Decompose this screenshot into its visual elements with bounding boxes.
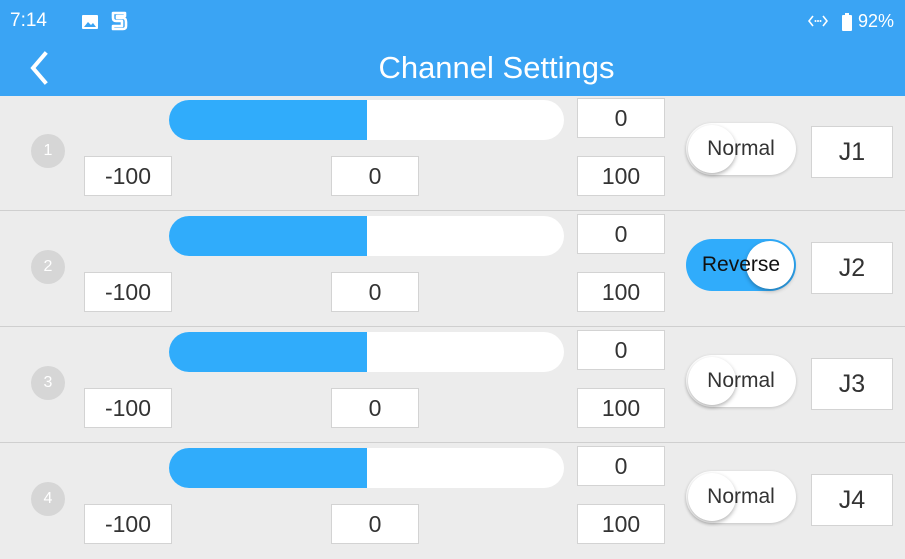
slider-fill: [169, 448, 367, 488]
toggle-label: Normal: [707, 369, 775, 392]
row-divider: [0, 326, 905, 327]
channel-value[interactable]: 0: [577, 214, 665, 254]
signal-icon: [808, 15, 828, 27]
channel-center-field[interactable]: 0: [331, 272, 419, 312]
channel-slider[interactable]: [169, 332, 564, 372]
row-divider: [0, 210, 905, 211]
channel-center-field[interactable]: 0: [331, 388, 419, 428]
channel-max-field[interactable]: 100: [577, 388, 665, 428]
reverse-toggle[interactable]: Normal: [686, 123, 796, 175]
channel-value[interactable]: 0: [577, 446, 665, 486]
battery-percentage: 92%: [858, 11, 895, 31]
top-bar: 7:14 92% Channel Settings: [0, 0, 905, 96]
toggle-label: Normal: [707, 137, 775, 160]
channel-max-field[interactable]: 100: [577, 272, 665, 312]
reverse-toggle[interactable]: Reverse: [686, 239, 796, 291]
reverse-toggle[interactable]: Normal: [686, 355, 796, 407]
slider-fill: [169, 332, 367, 372]
channel-slider[interactable]: [169, 448, 564, 488]
toggle-label: Reverse: [701, 253, 781, 276]
channel-assignment[interactable]: J1: [811, 126, 893, 178]
channel-number: 3: [31, 366, 65, 400]
channel-value[interactable]: 0: [577, 98, 665, 138]
row-divider: [0, 442, 905, 443]
gallery-icon: [82, 15, 98, 29]
channel-max-field[interactable]: 100: [577, 156, 665, 196]
channel-number: 4: [31, 482, 65, 516]
channel-row-4: 4 0 -100 0 100 Normal J4: [0, 444, 905, 559]
s-icon: [111, 11, 128, 31]
channel-min-field[interactable]: -100: [84, 156, 172, 196]
channel-slider[interactable]: [169, 216, 564, 256]
channel-center-field[interactable]: 0: [331, 156, 419, 196]
channel-min-field[interactable]: -100: [84, 388, 172, 428]
channel-number: 1: [31, 134, 65, 168]
page-title: Channel Settings: [378, 50, 615, 85]
navigation-bar: Channel Settings: [0, 40, 905, 96]
status-time: 7:14: [10, 10, 47, 31]
channel-row-2: 2 0 -100 0 100 Reverse J2: [0, 212, 905, 327]
channel-assignment[interactable]: J4: [811, 474, 893, 526]
slider-fill: [169, 100, 367, 140]
channel-center-field[interactable]: 0: [331, 504, 419, 544]
battery-icon: [842, 13, 852, 31]
channel-slider[interactable]: [169, 100, 564, 140]
toggle-label: Normal: [707, 485, 775, 508]
channel-min-field[interactable]: -100: [84, 272, 172, 312]
status-bar: 7:14 92%: [0, 0, 905, 40]
reverse-toggle[interactable]: Normal: [686, 471, 796, 523]
channel-row-1: 1 0 -100 0 100 Normal J1: [0, 96, 905, 211]
channel-number: 2: [31, 250, 65, 284]
channel-min-field[interactable]: -100: [84, 504, 172, 544]
channel-assignment[interactable]: J2: [811, 242, 893, 294]
channel-assignment[interactable]: J3: [811, 358, 893, 410]
channel-max-field[interactable]: 100: [577, 504, 665, 544]
slider-fill: [169, 216, 367, 256]
channel-value[interactable]: 0: [577, 330, 665, 370]
channel-row-3: 3 0 -100 0 100 Normal J3: [0, 328, 905, 443]
